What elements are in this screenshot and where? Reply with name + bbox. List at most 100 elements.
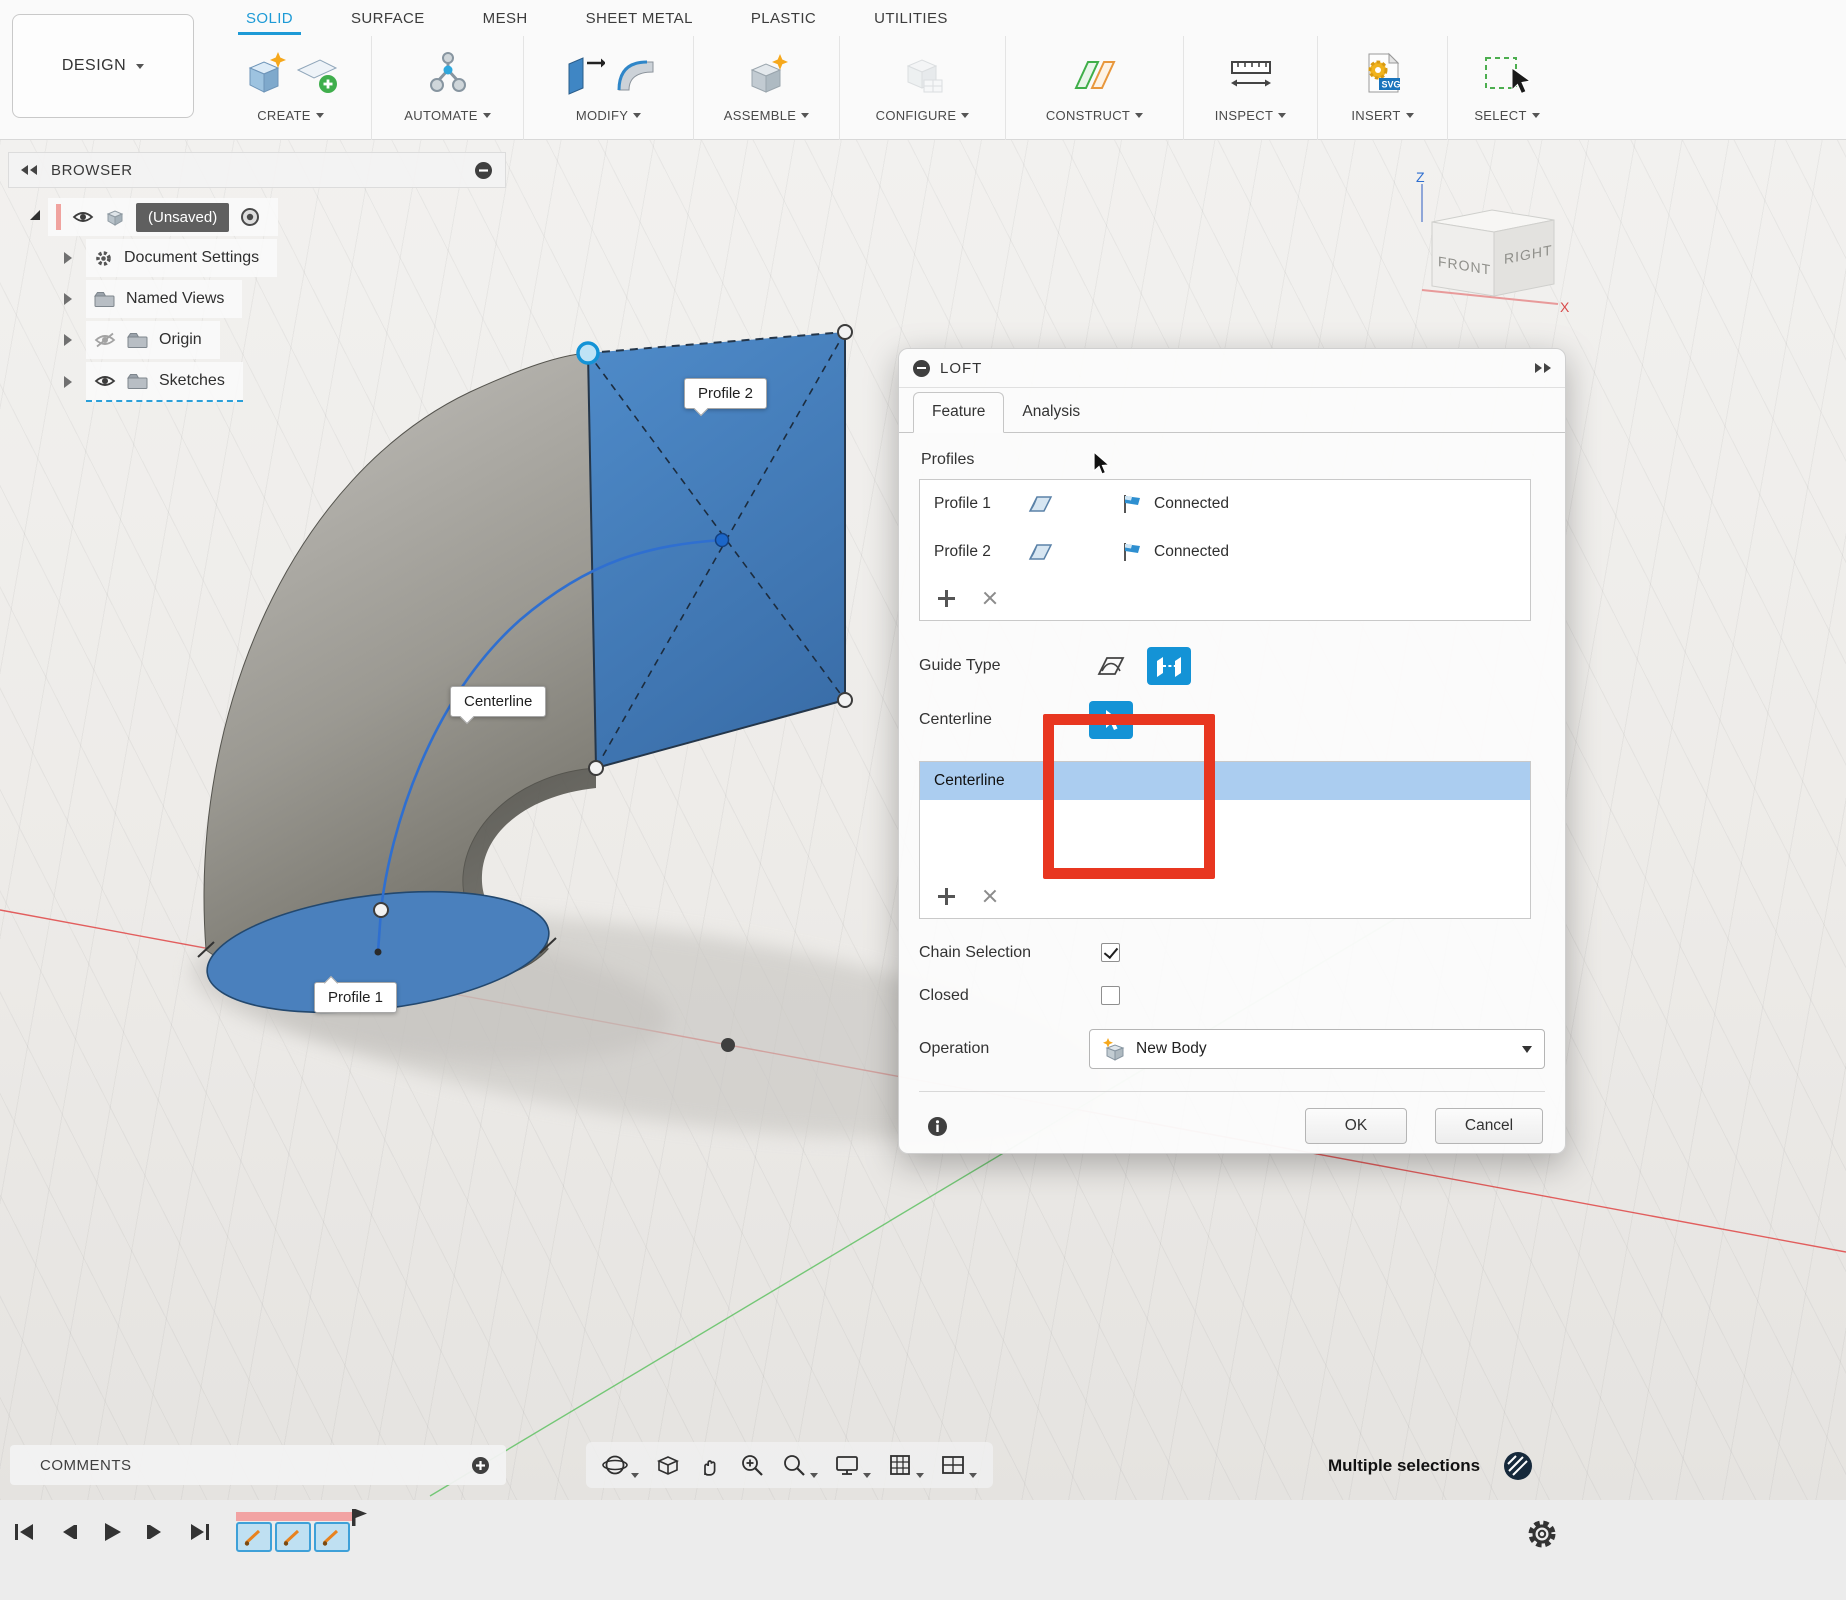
create-sketch-icon[interactable]: [294, 50, 340, 96]
design-workspace-button[interactable]: DESIGN: [12, 14, 194, 118]
tab-analysis[interactable]: Analysis: [1004, 393, 1098, 432]
tab-sheet-metal[interactable]: SHEET METAL: [586, 10, 693, 27]
add-comment-icon[interactable]: [471, 1456, 490, 1475]
configure-icon[interactable]: [900, 50, 946, 96]
press-pull-icon[interactable]: [561, 50, 605, 96]
minimize-browser-icon[interactable]: [474, 161, 493, 180]
fillet-icon[interactable]: [611, 50, 657, 96]
construct-icon[interactable]: [1072, 50, 1118, 96]
pan-tool[interactable]: [697, 1452, 723, 1478]
timeline-playhead-marker[interactable]: [352, 1509, 370, 1527]
tab-mesh[interactable]: MESH: [483, 10, 528, 27]
zoom-tool[interactable]: [739, 1452, 765, 1478]
centerline-list-item[interactable]: Centerline: [920, 762, 1530, 800]
tab-surface[interactable]: SURFACE: [351, 10, 425, 27]
browser-root-row[interactable]: (Unsaved): [8, 198, 506, 236]
document-name-badge[interactable]: (Unsaved): [136, 203, 229, 232]
insert-menu[interactable]: INSERT: [1351, 108, 1413, 123]
cancel-button[interactable]: Cancel: [1435, 1108, 1543, 1144]
assemble-icon[interactable]: [744, 50, 790, 96]
centerline-tag[interactable]: Centerline: [450, 686, 546, 717]
collapsed-disclosure-icon[interactable]: [64, 293, 72, 305]
collapsed-disclosure-icon[interactable]: [64, 252, 72, 264]
expand-dialog-icon[interactable]: [1535, 363, 1551, 373]
browser-item-document-settings[interactable]: Document Settings: [8, 239, 506, 277]
tab-plastic[interactable]: PLASTIC: [751, 10, 816, 27]
add-profile-button[interactable]: [938, 590, 955, 607]
automate-icon[interactable]: [425, 50, 471, 96]
collapsed-disclosure-icon[interactable]: [64, 376, 72, 388]
highlighted-vertex-point[interactable]: [578, 343, 598, 363]
visibility-eye-icon[interactable]: [72, 209, 94, 225]
browser-item-named-views[interactable]: Named Views: [8, 280, 506, 318]
ok-button[interactable]: OK: [1305, 1108, 1407, 1144]
profile2-tag[interactable]: Profile 2: [684, 378, 767, 409]
browser-item-sketches[interactable]: Sketches: [8, 362, 506, 402]
configure-menu[interactable]: CONFIGURE: [876, 108, 970, 123]
collapsed-disclosure-icon[interactable]: [64, 334, 72, 346]
remove-centerline-button[interactable]: [983, 889, 997, 903]
grid-settings[interactable]: [887, 1452, 924, 1478]
expanded-disclosure-icon[interactable]: [30, 210, 40, 220]
automate-menu[interactable]: AUTOMATE: [404, 108, 490, 123]
visibility-eye-icon[interactable]: [94, 373, 116, 389]
select-icon[interactable]: [1482, 50, 1532, 96]
vertex-point[interactable]: [838, 325, 852, 339]
measure-icon[interactable]: [1228, 50, 1274, 96]
step-back-button[interactable]: [56, 1520, 80, 1544]
new-body-icon[interactable]: [242, 50, 288, 96]
vertex-point[interactable]: [838, 693, 852, 707]
centerline-select-button[interactable]: [1089, 701, 1133, 739]
viewcube[interactable]: FRONT RIGHT Z X: [1398, 170, 1576, 330]
timeline-sketch-feature[interactable]: [275, 1522, 311, 1552]
comments-bar[interactable]: COMMENTS: [10, 1445, 506, 1485]
chain-selection-checkbox[interactable]: [1101, 943, 1120, 962]
assemble-menu[interactable]: ASSEMBLE: [724, 108, 809, 123]
construct-menu[interactable]: CONSTRUCT: [1046, 108, 1143, 123]
guide-rails-button[interactable]: [1089, 647, 1133, 685]
profile1-tag[interactable]: Profile 1: [314, 982, 397, 1013]
add-centerline-button[interactable]: [938, 888, 955, 905]
operation-dropdown[interactable]: New Body: [1089, 1029, 1545, 1069]
selection-filter-icon[interactable]: [1502, 1450, 1534, 1482]
browser-item-label: Sketches: [159, 372, 225, 390]
step-forward-button[interactable]: [144, 1520, 168, 1544]
chevron-down-icon: [483, 113, 491, 118]
tab-solid[interactable]: SOLID: [246, 10, 293, 27]
centerline-start-point[interactable]: [374, 903, 388, 917]
loft-dialog-titlebar[interactable]: LOFT: [899, 349, 1565, 388]
timeline-sketch-feature[interactable]: [236, 1522, 272, 1552]
display-settings[interactable]: [834, 1452, 871, 1478]
collapse-browser-icon[interactable]: [21, 165, 37, 175]
timeline-settings-gear-icon[interactable]: [1526, 1518, 1558, 1550]
closed-checkbox[interactable]: [1101, 986, 1120, 1005]
inspect-menu[interactable]: INSPECT: [1215, 108, 1286, 123]
timeline-sketch-feature[interactable]: [314, 1522, 350, 1552]
look-at-tool[interactable]: [655, 1452, 681, 1478]
origin-point[interactable]: [721, 1038, 735, 1052]
chevron-down-icon: [916, 1473, 924, 1478]
visibility-off-eye-icon[interactable]: [94, 332, 116, 348]
profile-row-1[interactable]: Profile 1 Connected: [920, 480, 1530, 528]
timeline-rollback-bar[interactable]: [236, 1512, 352, 1521]
go-to-start-button[interactable]: [12, 1520, 36, 1544]
info-icon[interactable]: [927, 1116, 948, 1137]
tab-utilities[interactable]: UTILITIES: [874, 10, 948, 27]
guide-centerline-button[interactable]: [1147, 647, 1191, 685]
create-menu[interactable]: CREATE: [257, 108, 324, 123]
insert-svg-icon[interactable]: SVG: [1360, 50, 1406, 96]
activate-component-radio[interactable]: [240, 207, 260, 227]
square-center-point[interactable]: [716, 534, 729, 547]
tab-feature[interactable]: Feature: [913, 392, 1004, 433]
orbit-tool[interactable]: [602, 1452, 639, 1478]
go-to-end-button[interactable]: [188, 1520, 212, 1544]
viewports-settings[interactable]: [940, 1452, 977, 1478]
profile-row-2[interactable]: Profile 2 Connected: [920, 528, 1530, 576]
modify-menu[interactable]: MODIFY: [576, 108, 641, 123]
select-menu[interactable]: SELECT: [1474, 108, 1539, 123]
browser-item-origin[interactable]: Origin: [8, 321, 506, 359]
vertex-point[interactable]: [589, 761, 603, 775]
remove-profile-button[interactable]: [983, 591, 997, 605]
fit-tool[interactable]: [781, 1452, 818, 1478]
play-button[interactable]: [100, 1520, 124, 1544]
